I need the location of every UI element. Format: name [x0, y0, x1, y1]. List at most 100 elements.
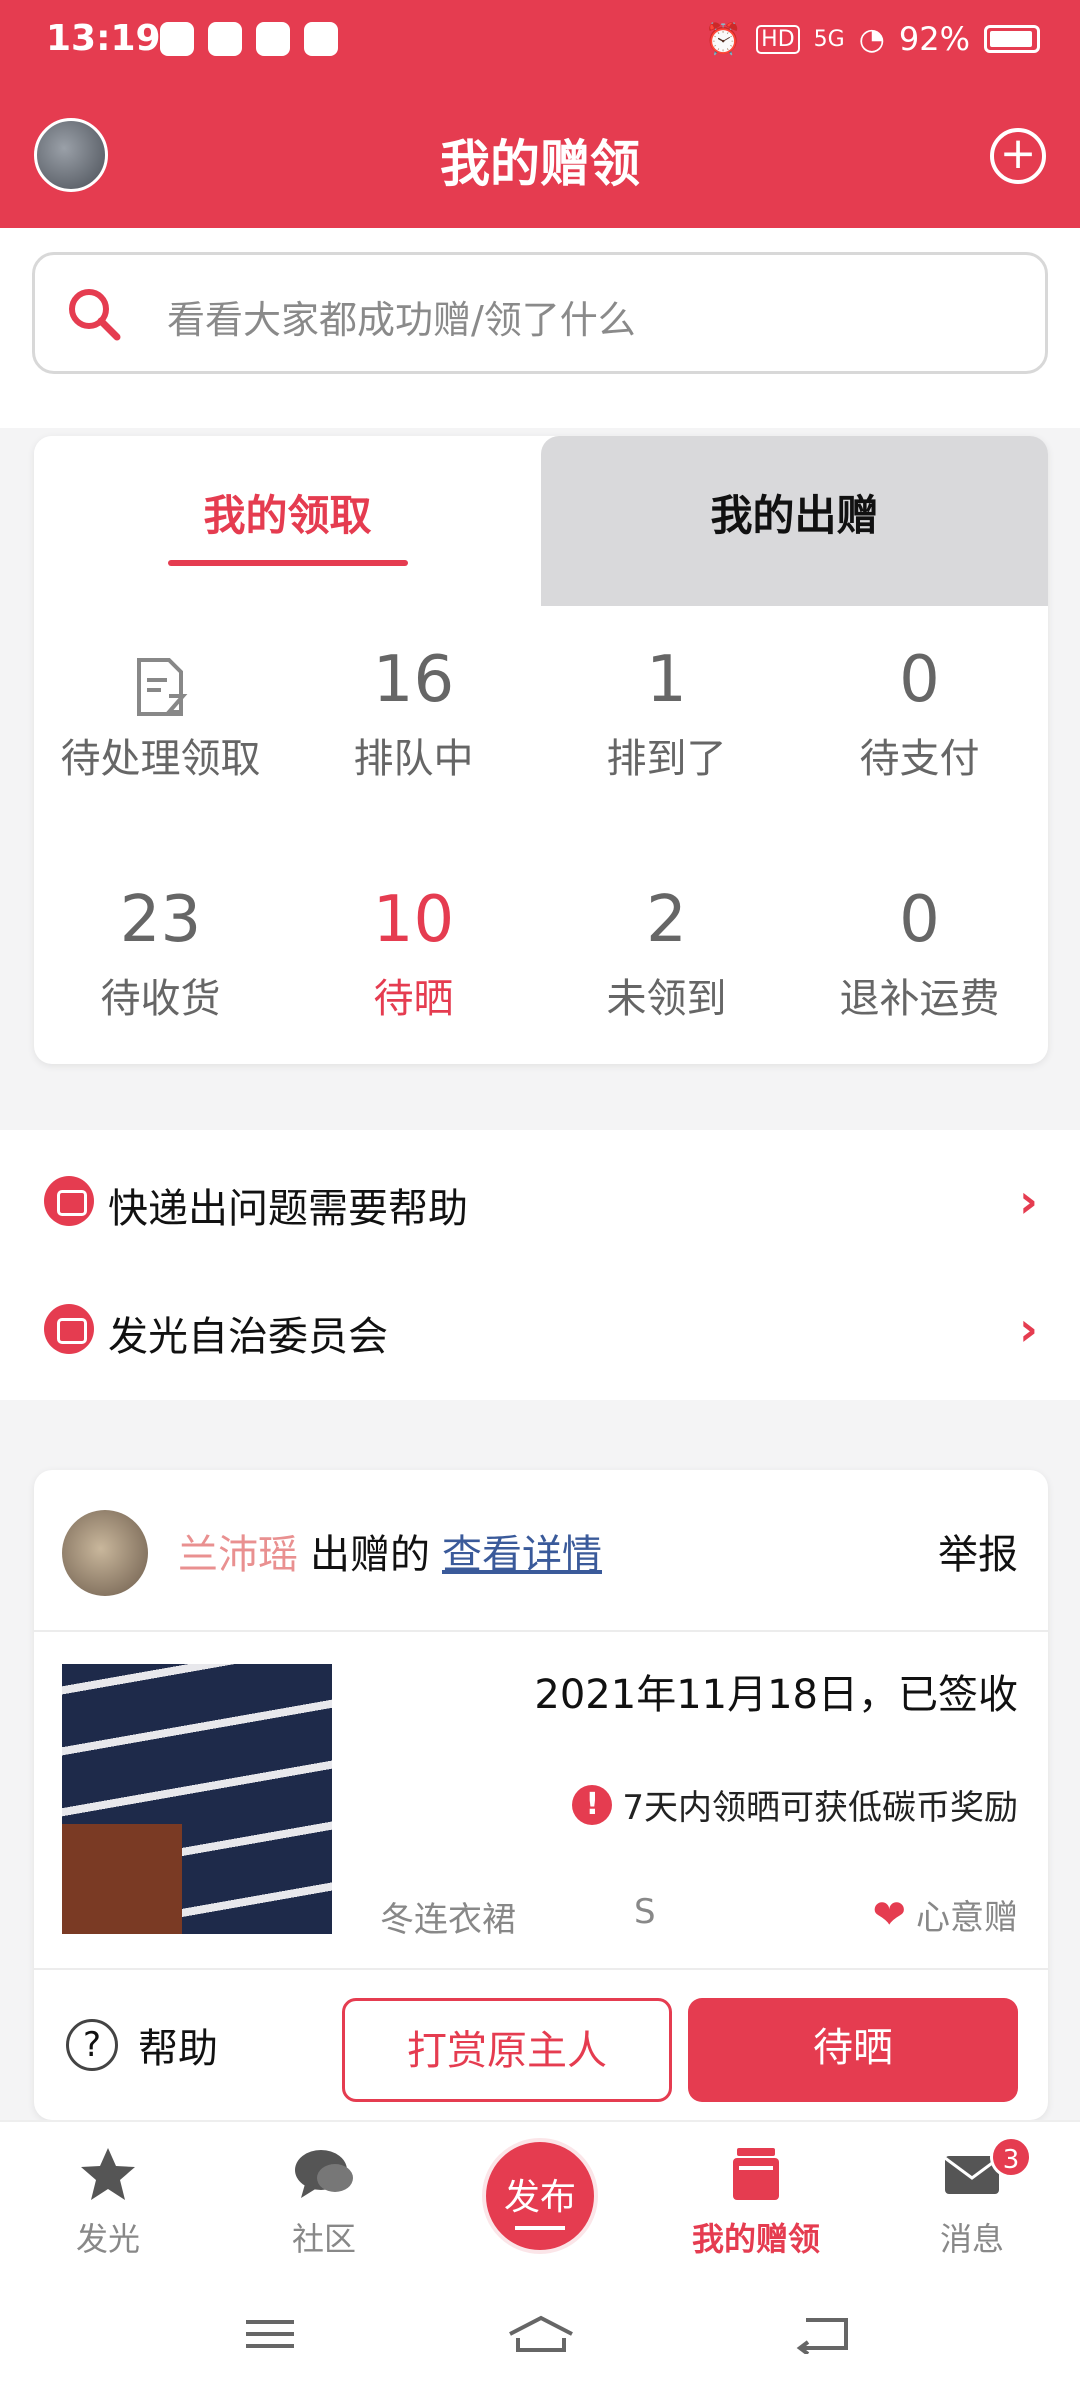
stat-to-share[interactable]: 10 待晒 — [287, 880, 540, 1024]
stat-number: 2 — [646, 883, 687, 957]
tab-bar: 我的领取 我的出赠 — [34, 436, 1048, 606]
wifi-icon: ◔ — [858, 21, 885, 57]
status-bar: 13:19 ⏰ HD 5G ◔ 92% — [0, 0, 1080, 84]
app-k-icon — [160, 22, 194, 56]
nav-label: 我的赠领 — [691, 2220, 820, 2258]
divider — [34, 1968, 1048, 1970]
report-button[interactable]: 举报 — [938, 1522, 1018, 1580]
help-label: 帮助 — [138, 2026, 218, 2072]
publish-underline — [515, 2226, 565, 2230]
stat-label: 排到了 — [606, 736, 727, 782]
reward-tip-text: 7天内领晒可获低碳币奖励 — [622, 1788, 1018, 1828]
battery-icon — [984, 25, 1040, 53]
stat-to-receive[interactable]: 23 待收货 — [34, 880, 287, 1024]
giver-avatar[interactable] — [62, 1510, 148, 1596]
nav-item-my-gifts[interactable]: 我的赠领 — [676, 2144, 836, 2260]
search-placeholder: 看看大家都成功赠/领了什么 — [167, 298, 636, 342]
nav-item-community[interactable]: 社区 — [244, 2144, 404, 2260]
order-card: 兰沛瑶 出赠的 查看详情 举报 2021年11月18日，已签收 ! 7天内领晒可获低… — [34, 1470, 1048, 2120]
list-item-committee[interactable]: 发光自治委员会 › — [0, 1264, 1080, 1392]
stat-label: 待收货 — [100, 976, 221, 1022]
tab-my-give[interactable]: 我的出赠 — [541, 436, 1048, 606]
nav-label: 发光 — [75, 2220, 140, 2258]
tip-owner-button[interactable]: 打赏原主人 — [342, 1998, 672, 2102]
help-list: 快递出问题需要帮助 › 发光自治委员会 › — [0, 1130, 1080, 1400]
stat-label: 退补运费 — [839, 976, 1000, 1022]
publish-label: 发布 — [503, 2177, 576, 2218]
reward-tip: ! 7天内领晒可获低碳币奖励 — [572, 1780, 1018, 1829]
search-input[interactable]: 看看大家都成功赠/领了什么 — [32, 252, 1048, 374]
tab-active-indicator — [168, 560, 408, 566]
help-desk-icon — [44, 1304, 94, 1354]
stat-shipping-refund[interactable]: 0 退补运费 — [793, 880, 1046, 1024]
stat-to-pay[interactable]: 0 待支付 — [793, 640, 1046, 784]
giver-name[interactable]: 兰沛瑶 — [178, 1532, 298, 1578]
signal-icon: 5G — [813, 26, 845, 52]
page-title: 我的赠领 — [440, 135, 640, 193]
system-nav-bar — [0, 2272, 1080, 2400]
list-item-label: 发光自治委员会 — [108, 1314, 388, 1360]
status-right: ⏰ HD 5G ◔ 92% — [705, 20, 1040, 58]
gift-type-label: 心意赠 — [916, 1898, 1018, 1938]
divider — [34, 1630, 1048, 1632]
stat-queued[interactable]: 1 排到了 — [540, 640, 793, 784]
stat-number: 16 — [372, 643, 455, 717]
add-icon[interactable]: + — [990, 128, 1046, 184]
menu-icon[interactable] — [240, 2314, 300, 2354]
app-tiktok-icon — [208, 22, 242, 56]
item-size: S — [634, 1892, 656, 1932]
help-button[interactable]: ? 帮助 — [66, 2016, 218, 2074]
order-giver-line: 兰沛瑶 出赠的 查看详情 — [178, 1522, 602, 1580]
giver-action: 出赠的 — [310, 1532, 430, 1578]
nav-item-messages[interactable]: 3 消息 — [892, 2136, 1052, 2260]
alarm-icon: ⏰ — [704, 21, 743, 57]
view-detail-link[interactable]: 查看详情 — [442, 1532, 602, 1578]
stat-not-received[interactable]: 2 未领到 — [540, 880, 793, 1024]
header-bar: 13:19 ⏰ HD 5G ◔ 92% 我的赠领 + — [0, 0, 1080, 228]
stat-label: 未领到 — [606, 976, 727, 1022]
publish-button[interactable]: 发布 — [482, 2138, 598, 2254]
stat-number: 1 — [646, 643, 687, 717]
nav-label: 消息 — [939, 2220, 1004, 2258]
app-grid-icon — [304, 22, 338, 56]
to-share-button[interactable]: 待晒 — [688, 1998, 1018, 2102]
back-icon[interactable] — [792, 2314, 852, 2354]
nav-item-faguang[interactable]: 发光 — [28, 2144, 188, 2260]
heart-icon: ❤ — [872, 1891, 906, 1938]
tab-my-give-label: 我的出赠 — [710, 491, 879, 540]
chevron-right-icon: › — [1019, 1174, 1038, 1228]
search-section: 看看大家都成功赠/领了什么 — [0, 228, 1080, 428]
hd-icon: HD — [756, 24, 800, 54]
chevron-right-icon: › — [1019, 1302, 1038, 1356]
order-status-date: 2021年11月18日，已签收 — [534, 1672, 1018, 1718]
status-time: 13:19 — [46, 18, 161, 59]
home-icon[interactable] — [506, 2314, 576, 2354]
stat-number: 23 — [119, 883, 202, 957]
stat-label: 待支付 — [859, 736, 980, 782]
help-desk-icon — [44, 1176, 94, 1226]
stat-label: 排队中 — [353, 736, 474, 782]
stat-label: 待晒 — [373, 976, 454, 1022]
tab-my-receive[interactable]: 我的领取 — [34, 436, 541, 606]
pending-doc-icon — [136, 658, 187, 716]
app-pin-icon — [256, 22, 290, 56]
nav-label: 社区 — [291, 2220, 356, 2258]
list-item-delivery-help[interactable]: 快递出问题需要帮助 › — [0, 1136, 1080, 1264]
stat-pending-icon-wrap — [34, 640, 287, 720]
message-badge: 3 — [990, 2136, 1032, 2178]
stat-queue[interactable]: 16 排队中 — [287, 640, 540, 784]
tab-my-receive-label: 我的领取 — [203, 491, 372, 540]
stat-label: 待处理领取 — [60, 736, 261, 782]
stat-number: 10 — [372, 883, 455, 957]
item-photo[interactable] — [62, 1664, 332, 1934]
battery-percent: 92% — [898, 20, 970, 58]
star-icon — [81, 2148, 135, 2200]
item-category: 冬连衣裙 — [380, 1900, 516, 1940]
notification-icons — [160, 22, 338, 56]
stats-grid: 待处理领取 16 排队中 1 排到了 0 待支付 23 待收货 10 待晒 2 … — [34, 606, 1048, 1046]
stat-number: 0 — [899, 643, 940, 717]
stat-number: 0 — [899, 883, 940, 957]
stat-pending[interactable]: 待处理领取 — [34, 640, 287, 784]
list-item-label: 快递出问题需要帮助 — [108, 1186, 468, 1232]
gift-box-icon — [733, 2148, 779, 2200]
